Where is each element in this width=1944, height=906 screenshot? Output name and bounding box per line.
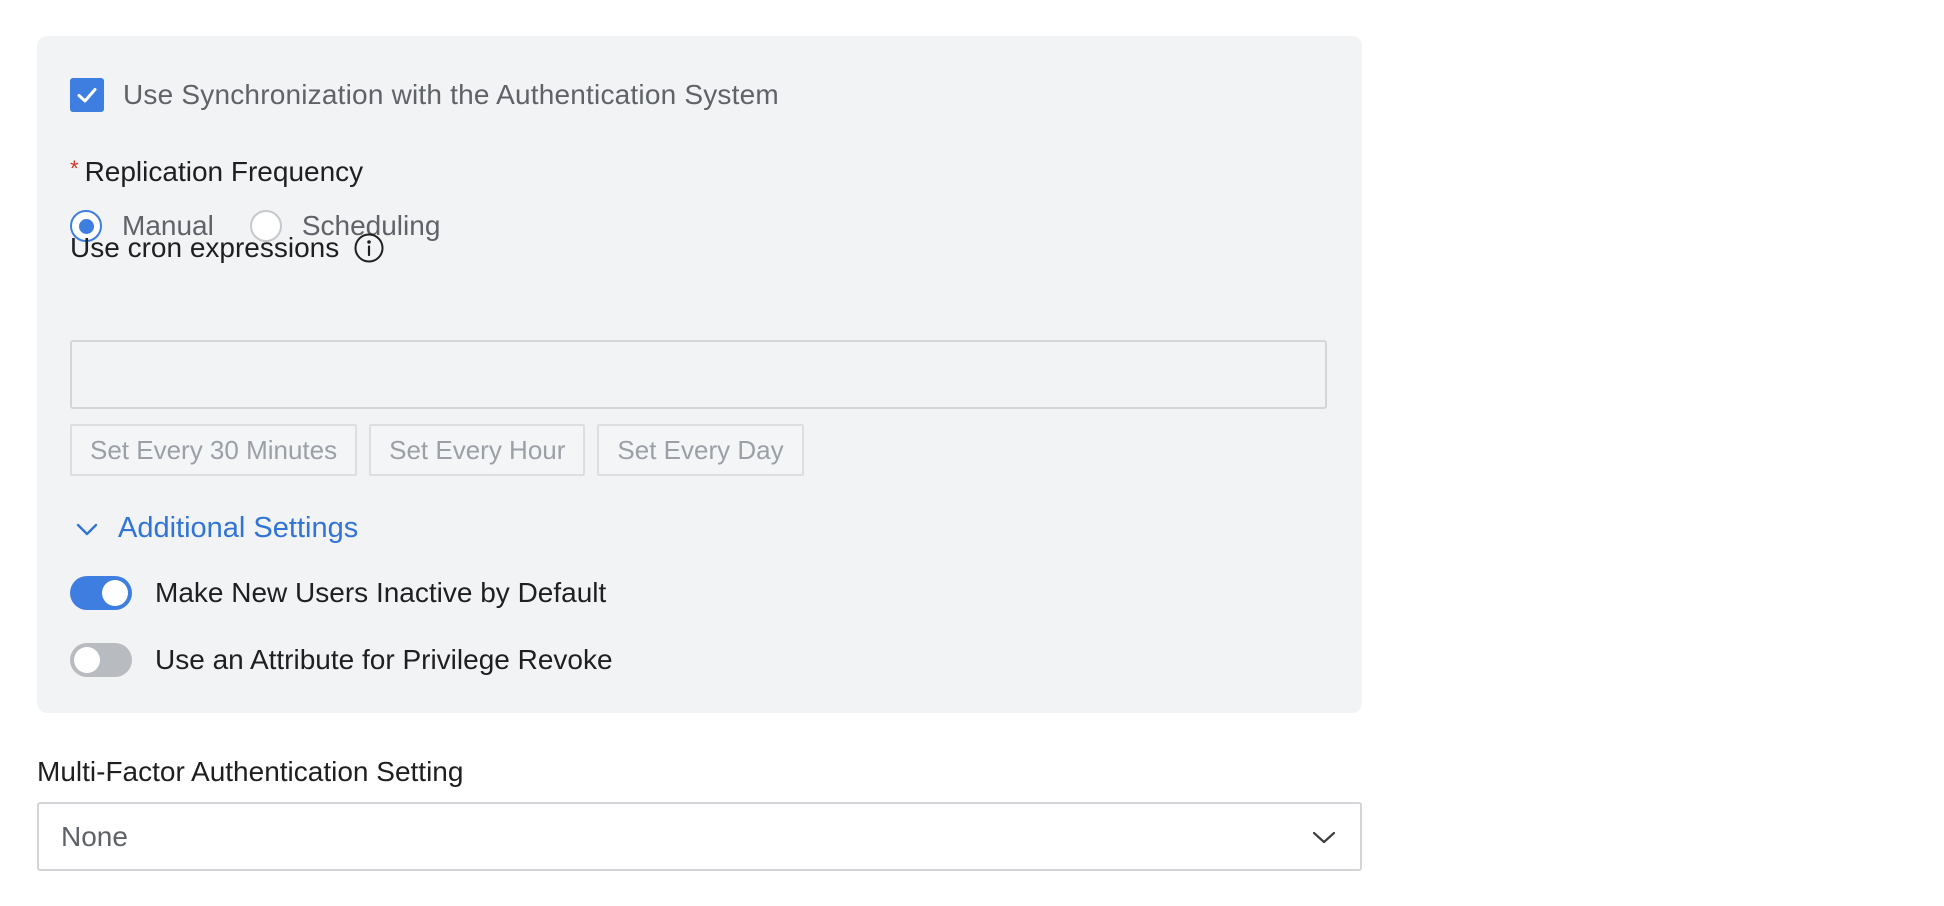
additional-settings-toggle[interactable]: Additional Settings	[74, 512, 358, 545]
sync-checkbox-label: Use Synchronization with the Authenticat…	[123, 79, 779, 110]
toggle-row-privilege-revoke: Use an Attribute for Privilege Revoke	[70, 643, 613, 677]
cron-expressions-label: Use cron expressions	[70, 232, 340, 263]
chevron-down-icon	[1312, 831, 1336, 843]
mfa-selected-value: None	[61, 820, 128, 852]
switch-knob	[74, 647, 100, 673]
sync-settings-panel: Use Synchronization with the Authenticat…	[37, 36, 1362, 713]
info-icon[interactable]	[353, 232, 385, 264]
cron-label-row: Use cron expressions	[70, 232, 385, 264]
required-indicator: *	[70, 156, 79, 181]
mfa-setting-label: Multi-Factor Authentication Setting	[37, 756, 464, 787]
cron-preset-buttons: Set Every 30 Minutes Set Every Hour Set …	[70, 424, 816, 476]
checkmark-icon	[77, 88, 97, 103]
additional-settings-label: Additional Settings	[118, 512, 359, 544]
cron-expression-input[interactable]	[70, 340, 1327, 409]
set-every-hour-button[interactable]: Set Every Hour	[369, 424, 586, 476]
privilege-revoke-switch[interactable]	[70, 643, 132, 677]
chevron-down-icon	[76, 523, 98, 535]
inactive-by-default-label: Make New Users Inactive by Default	[155, 577, 607, 608]
sync-checkbox-row[interactable]: Use Synchronization with the Authenticat…	[70, 78, 779, 112]
inactive-by-default-switch[interactable]	[70, 576, 132, 610]
set-every-day-button[interactable]: Set Every Day	[597, 424, 804, 476]
replication-frequency-text: Replication Frequency	[84, 156, 364, 187]
sync-checkbox[interactable]	[70, 78, 104, 112]
replication-frequency-label: * Replication Frequency	[70, 156, 363, 188]
toggle-row-inactive-default: Make New Users Inactive by Default	[70, 576, 606, 610]
set-every-30-minutes-button[interactable]: Set Every 30 Minutes	[70, 424, 358, 476]
privilege-revoke-label: Use an Attribute for Privilege Revoke	[155, 644, 613, 675]
mfa-setting-select[interactable]: None	[37, 802, 1362, 871]
switch-knob	[102, 580, 128, 606]
